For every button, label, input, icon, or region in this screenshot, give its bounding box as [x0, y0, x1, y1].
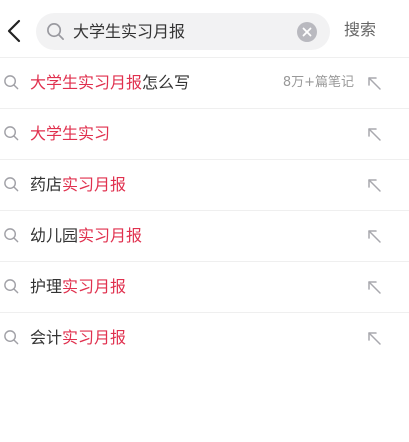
suggestion-highlight: 大学生实习月报 — [30, 73, 143, 92]
search-field[interactable]: 大学生实习月报 — [36, 13, 330, 50]
fill-query-arrow-icon[interactable] — [366, 126, 382, 142]
suggestion-highlight: 实习月报 — [62, 277, 127, 296]
suggestion-prefix: 幼儿园 — [30, 226, 79, 245]
search-header: 大学生实习月报 搜索 — [0, 0, 409, 60]
suggestion-item[interactable]: 幼儿园实习月报 — [0, 210, 409, 261]
search-button[interactable]: 搜索 — [344, 18, 376, 42]
suggestion-prefix: 会计 — [30, 328, 63, 347]
suggestion-text: 护理实习月报 — [30, 262, 126, 312]
fill-query-arrow-icon[interactable] — [366, 75, 382, 91]
suggestion-text: 大学生实习月报怎么写 — [30, 58, 190, 108]
search-icon — [4, 75, 19, 90]
close-icon — [302, 27, 312, 37]
search-icon — [47, 23, 64, 40]
chevron-left-icon — [7, 19, 21, 43]
suggestion-highlight: 实习月报 — [62, 175, 127, 194]
fill-query-arrow-icon[interactable] — [366, 330, 382, 346]
fill-query-arrow-icon[interactable] — [366, 228, 382, 244]
suggestion-item[interactable]: 大学生实习 — [0, 108, 409, 159]
clear-search-button[interactable] — [297, 22, 317, 42]
back-button[interactable] — [2, 17, 26, 45]
suggestion-suffix: 怎么写 — [142, 73, 191, 92]
suggestion-item[interactable]: 护理实习月报 — [0, 261, 409, 312]
search-icon — [4, 330, 19, 345]
search-icon — [4, 177, 19, 192]
suggestion-highlight: 大学生实习 — [30, 124, 111, 143]
suggestion-text: 药店实习月报 — [30, 160, 126, 210]
suggestion-prefix: 护理 — [30, 277, 63, 296]
suggestion-text: 会计实习月报 — [30, 313, 126, 363]
fill-query-arrow-icon[interactable] — [366, 177, 382, 193]
suggestion-highlight: 实习月报 — [78, 226, 143, 245]
suggestion-list: 大学生实习月报怎么写 8万+篇笔记 大学生实习 药店实习月报 幼儿园实习月报 护… — [0, 57, 409, 363]
search-icon — [4, 279, 19, 294]
search-icon — [4, 126, 19, 141]
suggestion-item[interactable]: 会计实习月报 — [0, 312, 409, 363]
search-icon — [4, 228, 19, 243]
search-input[interactable]: 大学生实习月报 — [73, 13, 293, 50]
suggestion-prefix: 药店 — [30, 175, 63, 194]
suggestion-item[interactable]: 药店实习月报 — [0, 159, 409, 210]
suggestion-text: 大学生实习 — [30, 109, 110, 159]
note-count: 8万+篇笔记 — [282, 75, 354, 90]
suggestion-text: 幼儿园实习月报 — [30, 211, 142, 261]
suggestion-item[interactable]: 大学生实习月报怎么写 8万+篇笔记 — [0, 57, 409, 108]
fill-query-arrow-icon[interactable] — [366, 279, 382, 295]
suggestion-highlight: 实习月报 — [62, 328, 127, 347]
